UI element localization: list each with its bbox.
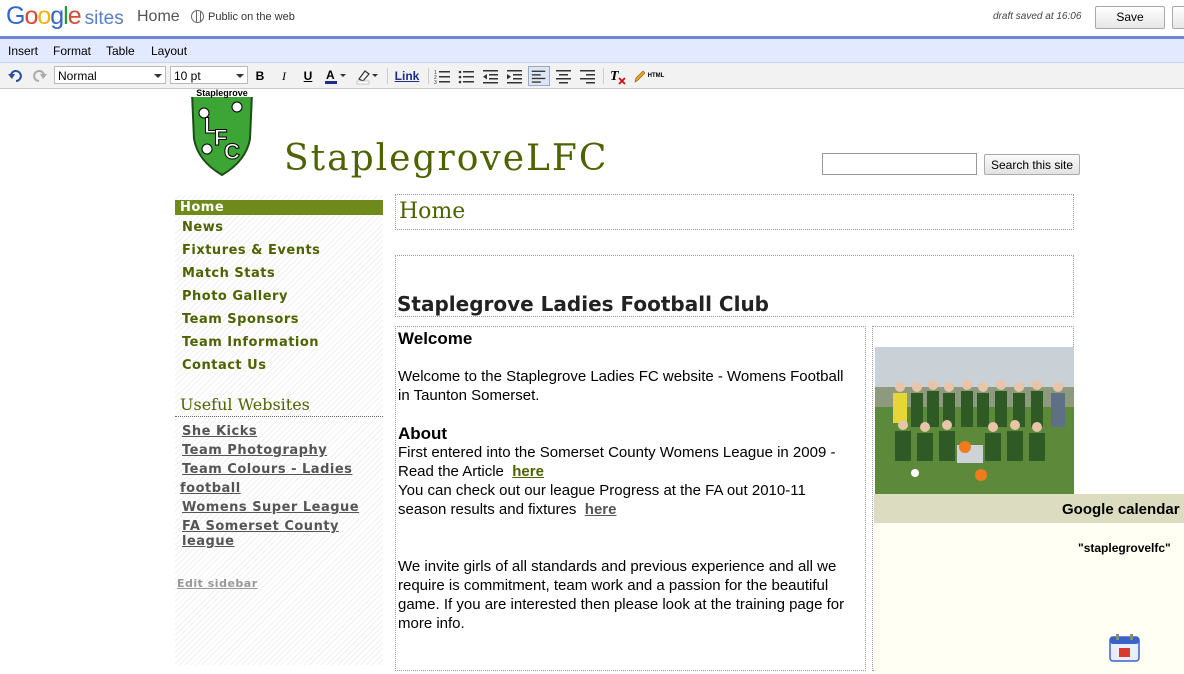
menu-bar: Insert Format Table Layout: [0, 39, 1184, 63]
link-team-colours-football[interactable]: football: [180, 481, 241, 496]
about-line-2: Read the Article here: [398, 462, 544, 481]
crest-banner-text: Staplegrove: [196, 89, 248, 98]
about-heading: About: [398, 424, 448, 443]
chevron-down-icon: [154, 74, 162, 78]
visibility-status[interactable]: Public on the web: [208, 11, 295, 23]
svg-text:3: 3: [434, 80, 437, 86]
menu-layout[interactable]: Layout: [151, 44, 187, 58]
text-color-icon[interactable]: A: [324, 66, 350, 86]
google-calendar-gadget[interactable]: Google calendar "staplegrovelfc": [874, 494, 1184, 674]
club-title: Staplegrove Ladies Football Club: [397, 292, 769, 316]
useful-websites-heading: Useful Websites: [180, 395, 310, 414]
draft-status: draft saved at 16:06: [993, 11, 1082, 22]
link-button[interactable]: Link: [393, 66, 421, 86]
welcome-line-1: Welcome to the Staplegrove Ladies FC web…: [398, 368, 844, 385]
top-bar: Google sites Home Public on the web draft…: [0, 0, 1184, 39]
link-fa-somerset-county-league[interactable]: FA Somerset County league: [182, 519, 383, 549]
nav-item-team-information[interactable]: Team Information: [182, 335, 319, 350]
save-button[interactable]: Save: [1095, 6, 1165, 29]
page-name: Home: [137, 8, 180, 25]
search-site-button[interactable]: Search this site: [984, 154, 1080, 175]
about-line-2-text: Read the Article: [398, 463, 504, 480]
site-search-input[interactable]: [822, 153, 977, 175]
calendar-title: Google calendar: [1062, 501, 1180, 518]
nav-item-fixtures-events[interactable]: Fixtures & Events: [182, 243, 320, 258]
welcome-line-2: in Taunton Somerset.: [398, 387, 540, 404]
calendar-name: "staplegrovelfc": [1078, 541, 1171, 555]
pencil-icon: [634, 70, 645, 83]
svg-text:T: T: [610, 69, 620, 84]
link-womens-super-league[interactable]: Womens Super League: [182, 500, 359, 515]
clear-formatting-icon[interactable]: T: [609, 66, 627, 86]
indent-more-icon[interactable]: [506, 66, 524, 86]
highlight-color-icon[interactable]: [356, 66, 382, 86]
chevron-down-icon: [236, 74, 244, 78]
style-select[interactable]: Normal: [54, 66, 166, 84]
redo-icon[interactable]: [31, 66, 47, 86]
menu-insert[interactable]: Insert: [8, 44, 38, 58]
format-toolbar: Normal 10 pt B I U A Link 123 T HTML: [0, 63, 1184, 89]
numbered-list-icon[interactable]: 123: [434, 66, 452, 86]
invite-line-1: We invite girls of all standards and pre…: [398, 558, 837, 575]
google-wordmark: Google: [6, 2, 82, 30]
calendar-header: Google calendar: [874, 494, 1184, 523]
svg-text:A: A: [326, 68, 335, 82]
sidebar: Home News Fixtures & Events Match Stats …: [175, 195, 383, 665]
align-left-icon[interactable]: [528, 66, 550, 86]
indent-less-icon[interactable]: [482, 66, 500, 86]
invite-line-4: more info.: [398, 615, 465, 632]
link-she-kicks[interactable]: She Kicks: [182, 424, 257, 439]
site-title[interactable]: StaplegroveLFC: [284, 138, 608, 179]
align-right-icon[interactable]: [579, 66, 597, 86]
page-heading-box[interactable]: Home: [395, 194, 1074, 230]
link-team-colours-ladies[interactable]: Team Colours - Ladies: [182, 462, 352, 477]
section-divider: [175, 416, 383, 417]
edit-sidebar-link[interactable]: Edit sidebar: [177, 577, 258, 590]
more-button[interactable]: [1172, 6, 1184, 29]
team-photo[interactable]: [875, 347, 1074, 495]
bold-button[interactable]: B: [254, 66, 266, 86]
nav-item-team-sponsors[interactable]: Team Sponsors: [182, 312, 299, 327]
html-button[interactable]: HTML: [645, 66, 667, 86]
toolbar-divider: [428, 68, 429, 84]
club-title-box[interactable]: Staplegrove Ladies Football Club: [395, 255, 1074, 317]
page-heading: Home: [399, 199, 466, 224]
style-select-value: Normal: [58, 69, 97, 83]
nav-item-contact-us[interactable]: Contact Us: [182, 358, 266, 373]
fixtures-here-link[interactable]: here: [585, 501, 617, 518]
sites-wordmark: sites: [84, 8, 124, 29]
undo-icon[interactable]: [8, 66, 24, 86]
about-line-3: You can check out our league Progress at…: [398, 482, 806, 499]
about-line-1: First entered into the Somerset County W…: [398, 444, 836, 461]
nav-item-match-stats[interactable]: Match Stats: [182, 266, 275, 281]
font-size-select[interactable]: 10 pt: [170, 66, 248, 84]
invite-line-2: require is commitment, team work and a p…: [398, 577, 829, 594]
about-line-4: season results and fixtures here: [398, 500, 616, 519]
svg-text:C: C: [224, 139, 240, 164]
invite-line-3: game. If you are interested then please …: [398, 596, 845, 613]
content-column-left[interactable]: Welcome Welcome to the Staplegrove Ladie…: [395, 326, 866, 671]
nav-item-news[interactable]: News: [182, 220, 223, 235]
bulleted-list-icon[interactable]: [458, 66, 476, 86]
toolbar-divider: [387, 68, 388, 84]
italic-button[interactable]: I: [278, 66, 290, 86]
article-here-link[interactable]: here: [512, 463, 544, 480]
nav-item-photo-gallery[interactable]: Photo Gallery: [182, 289, 288, 304]
toolbar-divider: [603, 68, 604, 84]
globe-icon: [191, 10, 204, 23]
link-team-photography[interactable]: Team Photography: [182, 443, 327, 458]
google-sites-logo[interactable]: Google sites: [6, 2, 124, 31]
menu-table[interactable]: Table: [106, 44, 135, 58]
align-center-icon[interactable]: [555, 66, 573, 86]
menu-format[interactable]: Format: [53, 44, 91, 58]
club-crest-logo[interactable]: Staplegrove L F C: [182, 89, 262, 177]
about-line-4-text: season results and fixtures: [398, 501, 577, 518]
font-size-value: 10 pt: [174, 69, 201, 83]
nav-item-home[interactable]: Home: [175, 200, 383, 215]
underline-button[interactable]: U: [302, 66, 314, 86]
welcome-heading: Welcome: [398, 329, 473, 348]
calendar-icon[interactable]: [1109, 634, 1140, 662]
